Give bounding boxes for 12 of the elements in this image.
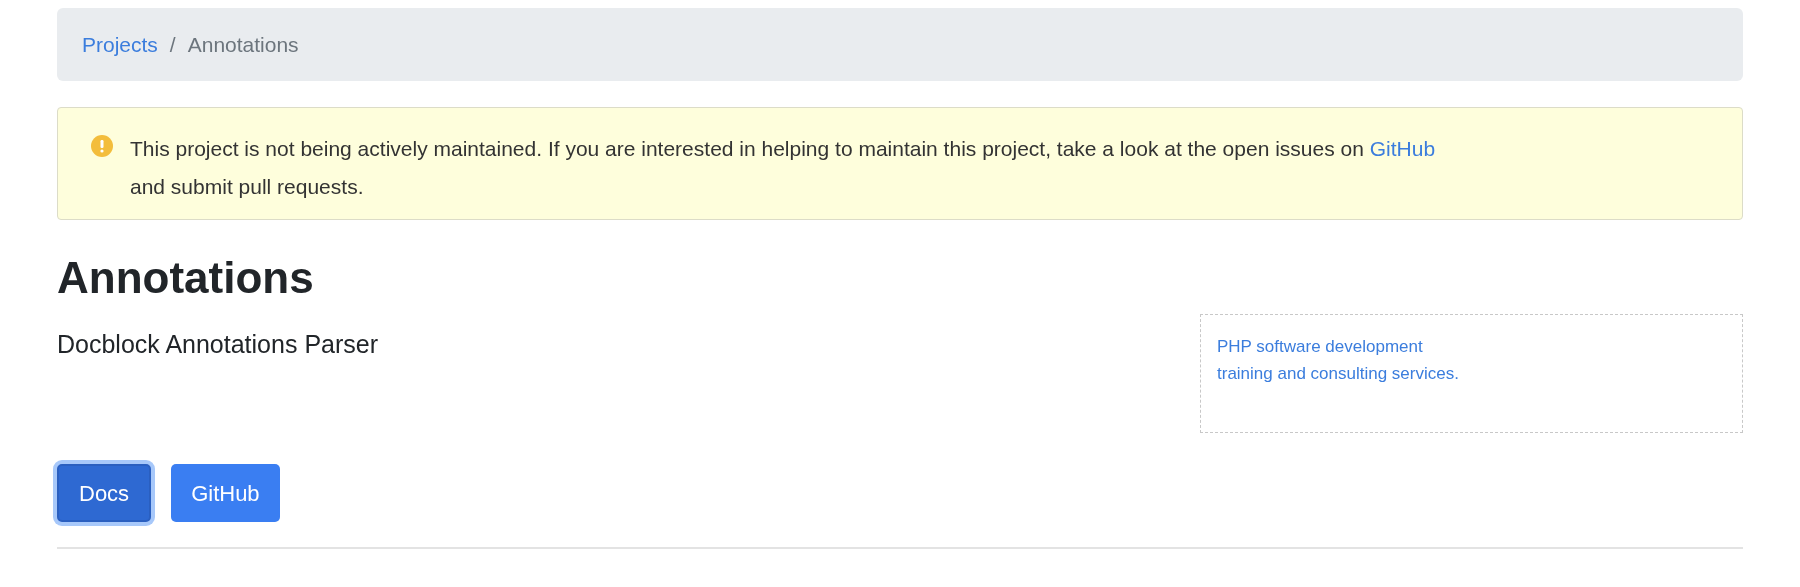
ad-box[interactable]: PHP software development training and consulting services. <box>1200 314 1743 433</box>
breadcrumb-current: Annotations <box>187 31 299 58</box>
ad-text[interactable]: PHP software development <box>1217 333 1726 360</box>
exclamation-icon <box>91 135 113 157</box>
link-button[interactable]: GitHub <box>171 464 280 522</box>
page-title: Annotations <box>57 252 315 304</box>
breadcrumb-link[interactable]: Projects <box>82 28 158 61</box>
github-link[interactable]: GitHub <box>1369 137 1436 160</box>
ad-text[interactable]: training and consulting services. <box>1217 360 1726 387</box>
alert-text: This project is not being actively maintained. If you are interested in helping to maintain this project, take a look at the open issues on GitHub and submit pull requests. <box>130 136 1436 200</box>
page-subtitle: Docblock Annotations Parser <box>57 329 378 360</box>
breadcrumb-separator: / <box>168 31 177 58</box>
